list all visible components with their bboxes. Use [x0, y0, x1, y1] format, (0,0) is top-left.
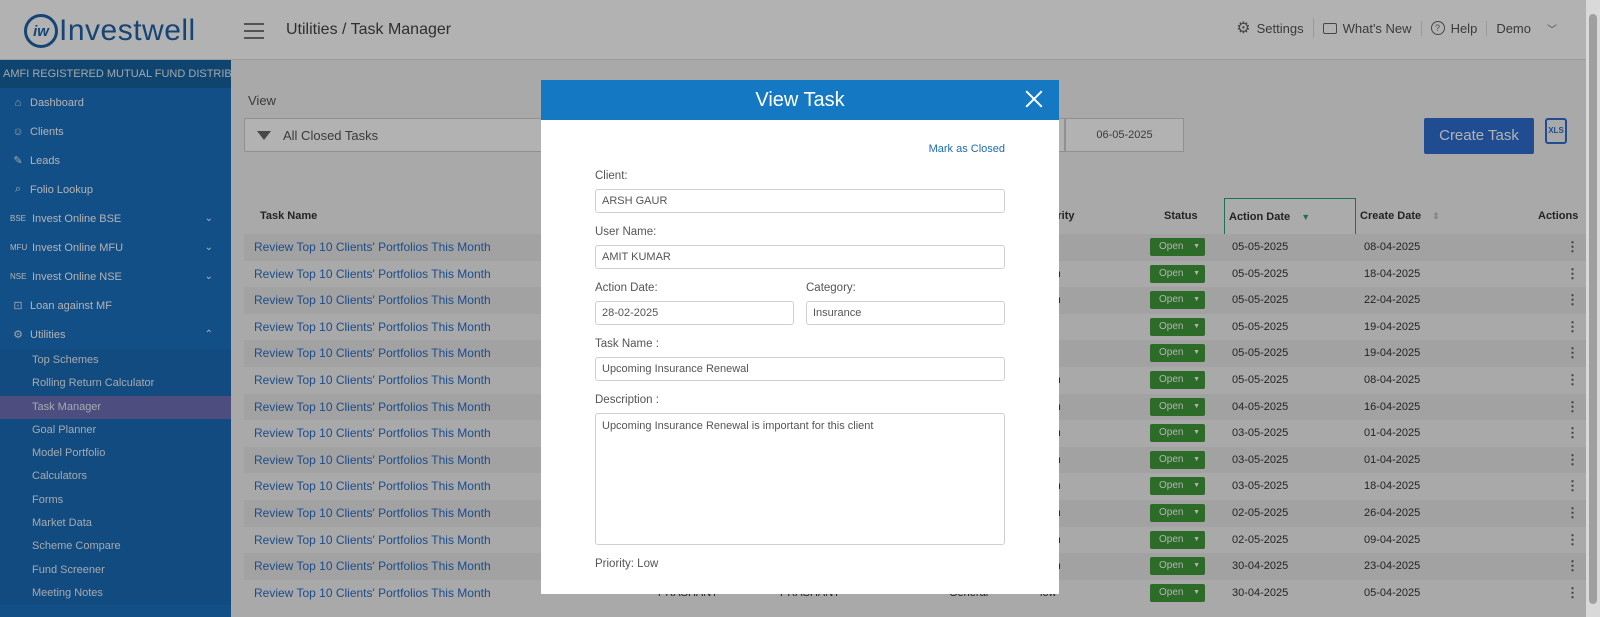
close-icon[interactable]: [1025, 90, 1043, 108]
action-date-field[interactable]: 28-02-2025: [595, 301, 794, 325]
user-name-field[interactable]: AMIT KUMAR: [595, 245, 1005, 269]
task-name-field[interactable]: Upcoming Insurance Renewal: [595, 357, 1005, 381]
category-field[interactable]: Insurance: [806, 301, 1005, 325]
task-name-label: Task Name :: [595, 338, 659, 350]
client-label: Client:: [595, 170, 628, 182]
description-label: Description :: [595, 394, 659, 406]
description-field[interactable]: Upcoming Insurance Renewal is important …: [595, 413, 1005, 545]
page-scrollbar[interactable]: [1586, 0, 1600, 617]
scrollbar-thumb[interactable]: [1589, 14, 1597, 604]
priority-text: Priority: Low: [595, 558, 659, 570]
user-name-label: User Name:: [595, 226, 657, 238]
view-task-modal: View Task Mark as Closed Client: ARSH GA…: [541, 80, 1059, 594]
category-label: Category:: [806, 282, 856, 294]
modal-header: View Task: [541, 80, 1059, 120]
modal-title: View Task: [755, 89, 845, 111]
mark-as-closed-link[interactable]: Mark as Closed: [929, 143, 1005, 155]
client-field[interactable]: ARSH GAUR: [595, 189, 1005, 213]
action-date-label: Action Date:: [595, 282, 658, 294]
